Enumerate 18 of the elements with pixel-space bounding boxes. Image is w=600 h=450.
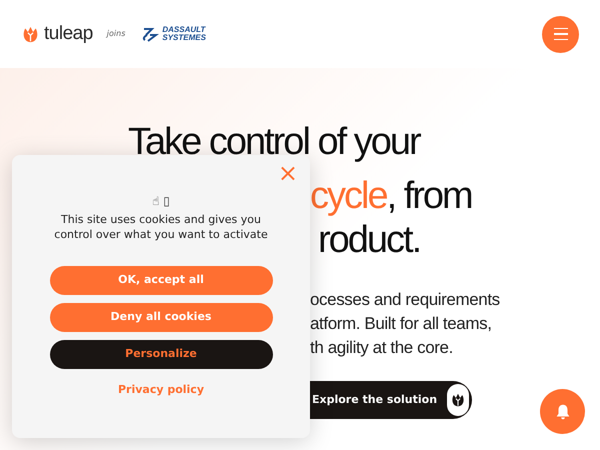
tulip-logo-icon — [22, 26, 39, 42]
logo-text: tuleap — [44, 22, 93, 46]
cookie-button[interactable]: Deny all cookies — [50, 303, 272, 332]
cookie-button[interactable]: Personalize — [50, 340, 272, 369]
menu-button[interactable] — [542, 16, 579, 52]
hero-description-line: th agility at the core. — [310, 337, 454, 359]
privacy-policy-link[interactable]: Privacy policy — [118, 382, 204, 398]
cookie-message-line: This site uses cookies and gives you — [61, 212, 261, 227]
hero-description-line: ocesses and requirements — [310, 289, 501, 311]
tulip-icon — [451, 393, 466, 407]
partner-logo: DASSAULT SYSTEMES — [141, 25, 206, 43]
hero-title-line: cycle, from — [310, 174, 473, 218]
joins-text: joins — [106, 28, 126, 40]
hero-description-line: atform. Built for all teams, — [310, 313, 493, 335]
cookie-button[interactable]: OK, accept all — [50, 266, 272, 295]
hero-title-line: roduct. — [317, 218, 422, 262]
cookie-emoji: ☝ ▯ — [152, 193, 170, 210]
cookie-message-line: control over what you want to activate — [54, 227, 268, 242]
